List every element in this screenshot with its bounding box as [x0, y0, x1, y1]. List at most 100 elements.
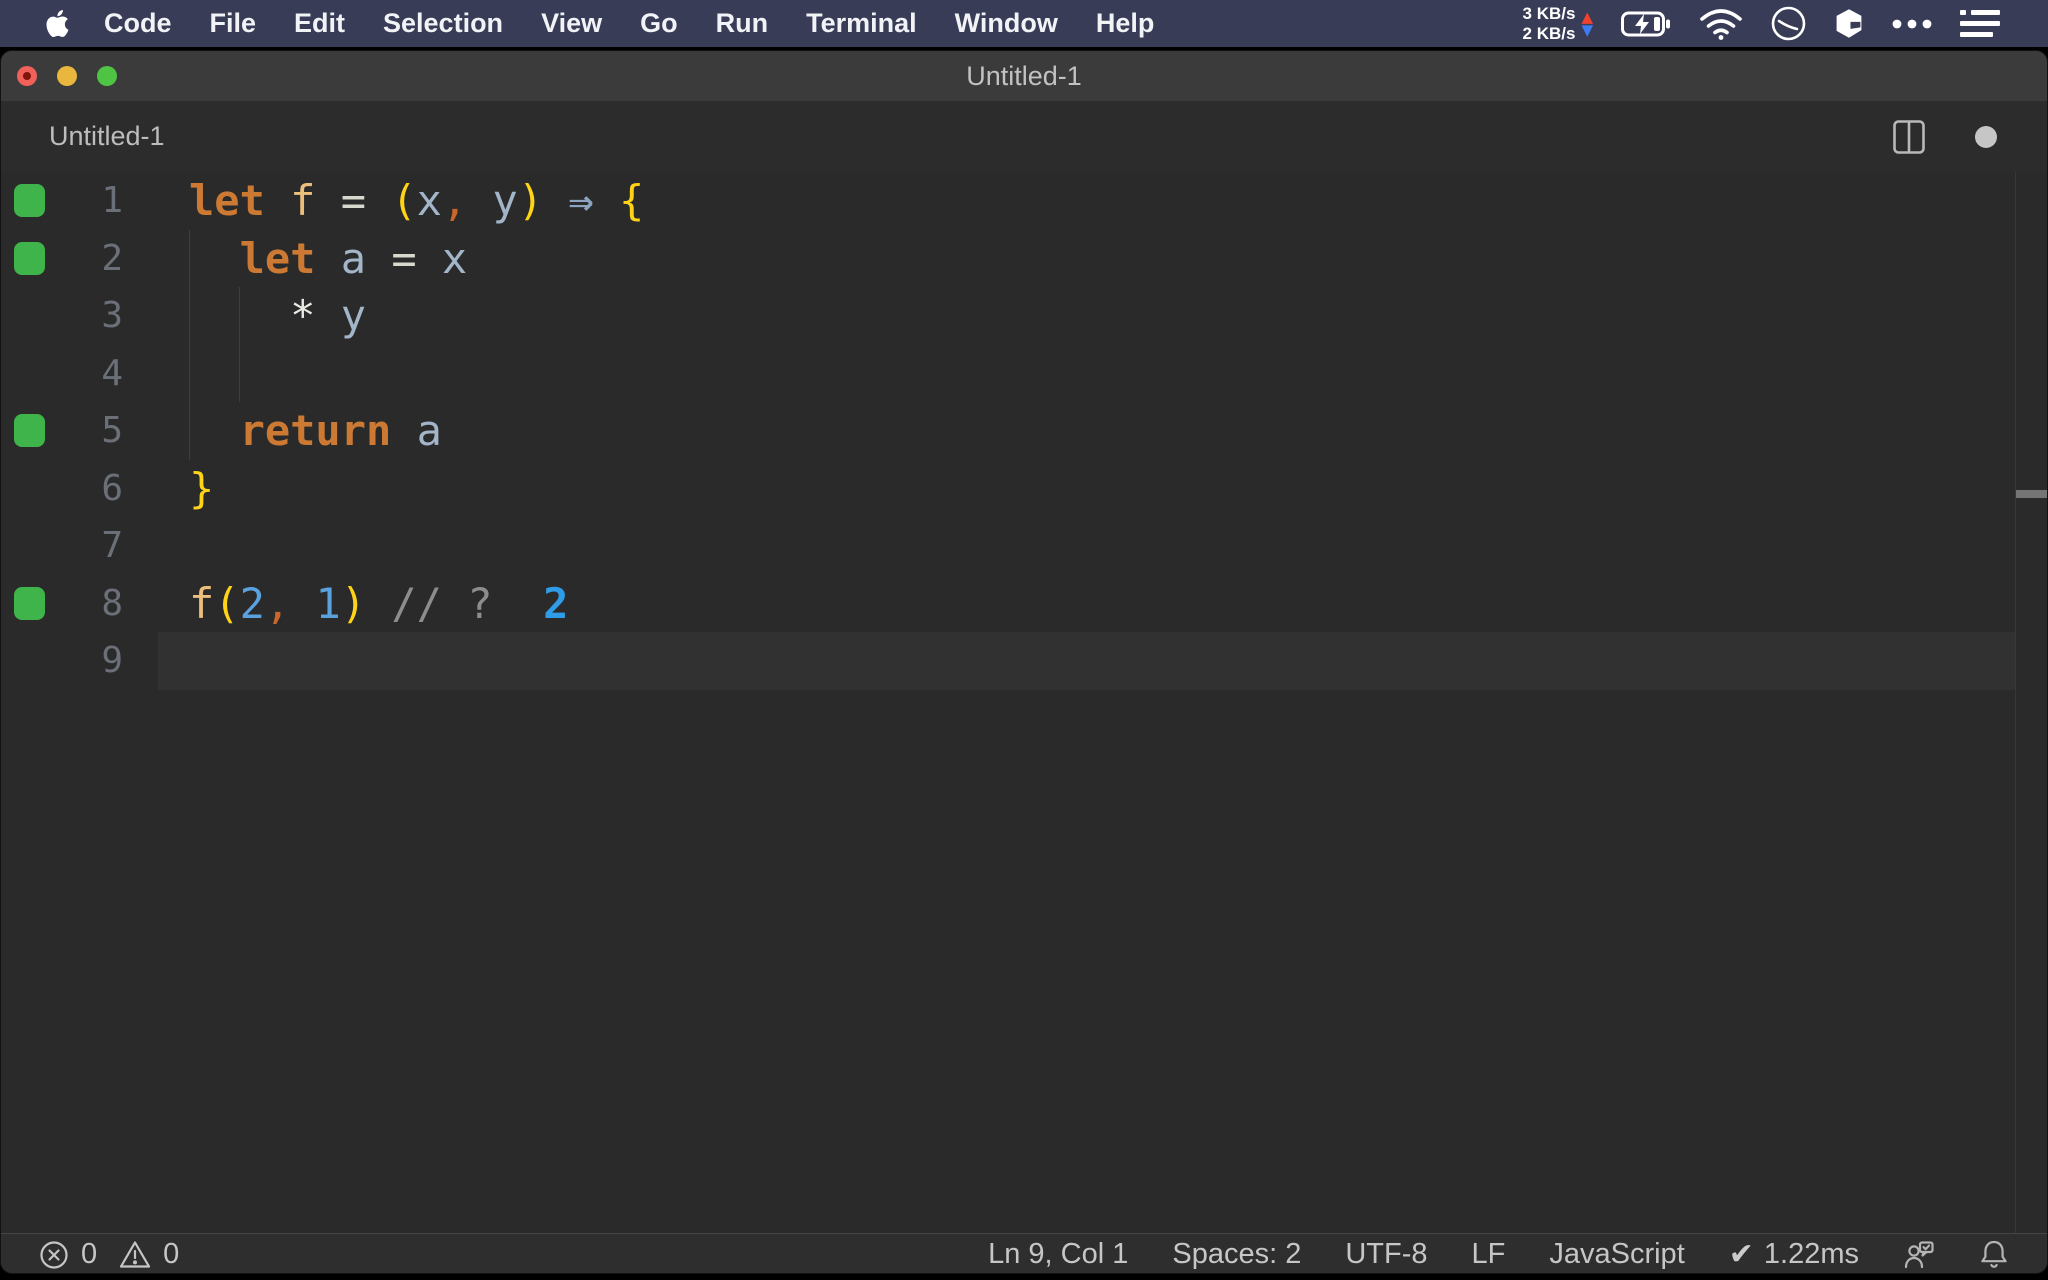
quokka-coverage-marker-icon [14, 586, 45, 620]
code-line-3[interactable]: 3 * y [1, 287, 2047, 345]
token-br: } [189, 463, 215, 513]
token-kw: return [239, 406, 392, 455]
gutter[interactable] [1, 184, 59, 218]
code-line-6[interactable]: 6} [1, 460, 2047, 518]
window-title: Untitled-1 [966, 60, 1082, 91]
list-icon[interactable] [1960, 9, 2000, 38]
token-op: = [340, 176, 367, 225]
status-item-label: Ln 9, Col 1 [988, 1238, 1129, 1270]
problems-indicator[interactable]: 0 0 [1, 1238, 179, 1271]
code-editor[interactable]: 1 let f = (x, y) ⇒ {2 let a = x3 * y45 re… [1, 172, 2047, 1233]
gutter[interactable] [1, 586, 59, 620]
token-ar: ⇒ [568, 176, 594, 225]
token-cm: , [441, 176, 468, 225]
status-bar: 0 0 Ln 9, Col 1 Spaces: 2 UTF-8 LF JavaScrip… [1, 1233, 2047, 1273]
token-var: a [416, 406, 442, 455]
tab-untitled[interactable]: Untitled-1 [49, 121, 165, 152]
token-br: ) [517, 176, 544, 225]
token-fn: f [290, 176, 316, 225]
token-br: ( [214, 578, 240, 628]
tab-actions [1893, 119, 1997, 154]
token-cmt: ? [467, 578, 493, 628]
status-item-encoding[interactable]: UTF-8 [1345, 1238, 1427, 1271]
code-line-9[interactable]: 9 [1, 632, 2047, 690]
status-item-label: UTF-8 [1345, 1238, 1428, 1270]
code-text: * y [189, 287, 366, 345]
screen: Code File Edit Selection View Go Run Terminal Wi… [0, 0, 2048, 1280]
code-line-5[interactable]: 5 return a [1, 402, 2047, 460]
menu-item-view[interactable]: View [522, 8, 621, 38]
code-text: } [189, 460, 214, 518]
clock-icon[interactable] [1771, 6, 1806, 41]
line-number: 7 [101, 525, 123, 567]
code-text: f(2, 1) // ? 2 [189, 575, 568, 633]
line-number: 5 [101, 410, 123, 452]
code-line-1[interactable]: 1 let f = (x, y) ⇒ { [1, 172, 2047, 230]
errors-count: 0 [81, 1238, 98, 1270]
token-var: x [416, 176, 442, 225]
network-speed-indicator[interactable]: 3 KB/s 2 KB/s ▲ ▼ [1523, 4, 1593, 44]
menu-item-code[interactable]: Code [85, 8, 191, 38]
indent-guide [189, 229, 190, 460]
cube-icon[interactable] [1834, 8, 1864, 39]
code-text: let a = x [189, 230, 468, 288]
code-line-4[interactable]: 4 [1, 345, 2047, 403]
gutter[interactable] [1, 241, 59, 275]
menu-item-run[interactable]: Run [697, 8, 787, 38]
token-val: 2 [543, 578, 569, 628]
menu-bar: Code File Edit Selection View Go Run Terminal Wi… [0, 0, 2048, 47]
code-line-8[interactable]: 8 f(2, 1) // ? 2 [1, 575, 2047, 633]
code-lines: 1 let f = (x, y) ⇒ {2 let a = x3 * y45 re… [1, 172, 2047, 690]
indent-guide [239, 287, 240, 402]
upload-speed: 3 KB/s [1522, 3, 1576, 23]
line-number: 2 [101, 237, 123, 279]
status-item-indentation[interactable]: Spaces: 2 [1172, 1238, 1301, 1271]
status-bar-right: Ln 9, Col 1 Spaces: 2 UTF-8 LF JavaScript ✔ 1.… [988, 1237, 2047, 1272]
more-dots-icon[interactable] [1892, 19, 1932, 29]
feedback-icon[interactable] [1903, 1240, 1935, 1270]
errors-icon [39, 1240, 69, 1270]
line-number: 4 [101, 352, 123, 394]
menu-item-window[interactable]: Window [936, 8, 1077, 38]
gutter[interactable] [1, 414, 59, 448]
status-item-cursor-position[interactable]: Ln 9, Col 1 [988, 1238, 1128, 1271]
code-line-2[interactable]: 2 let a = x [1, 230, 2047, 288]
notifications-bell-icon[interactable] [1979, 1239, 2009, 1271]
status-item-language-mode[interactable]: JavaScript [1549, 1238, 1684, 1271]
token-var: x [441, 233, 468, 283]
wifi-icon[interactable] [1699, 7, 1743, 40]
split-editor-icon[interactable] [1893, 119, 1925, 154]
token-kw: let [189, 176, 265, 225]
unsaved-changes-dot-icon[interactable] [1975, 125, 1997, 148]
code-line-7[interactable]: 7 [1, 517, 2047, 575]
menu-item-help[interactable]: Help [1077, 8, 1174, 38]
status-item-eol-sequence[interactable]: LF [1472, 1238, 1506, 1271]
token-var: a [340, 233, 367, 283]
apple-menu-icon[interactable] [44, 10, 71, 37]
token-cmt: // [391, 578, 442, 628]
download-speed: 2 KB/s [1522, 23, 1576, 43]
window-title-bar[interactable]: Untitled-1 [1, 51, 2047, 101]
token-var: y [492, 176, 518, 225]
menu-item-file[interactable]: File [191, 8, 276, 38]
menu-item-edit[interactable]: Edit [275, 8, 364, 38]
token-st: * [290, 291, 316, 340]
status-item-quokka-perf[interactable]: ✔ 1.22ms [1729, 1237, 1859, 1272]
menu-item-selection[interactable]: Selection [364, 8, 522, 38]
battery-charging-icon[interactable] [1621, 10, 1671, 38]
line-number: 1 [101, 180, 123, 222]
menu-item-terminal[interactable]: Terminal [787, 8, 936, 38]
menu-item-go[interactable]: Go [621, 8, 697, 38]
status-item-label: Spaces: 2 [1172, 1238, 1302, 1270]
status-items: Ln 9, Col 1 Spaces: 2 UTF-8 LF JavaScript ✔ 1.… [988, 1237, 1859, 1272]
token-br: ) [340, 578, 367, 628]
